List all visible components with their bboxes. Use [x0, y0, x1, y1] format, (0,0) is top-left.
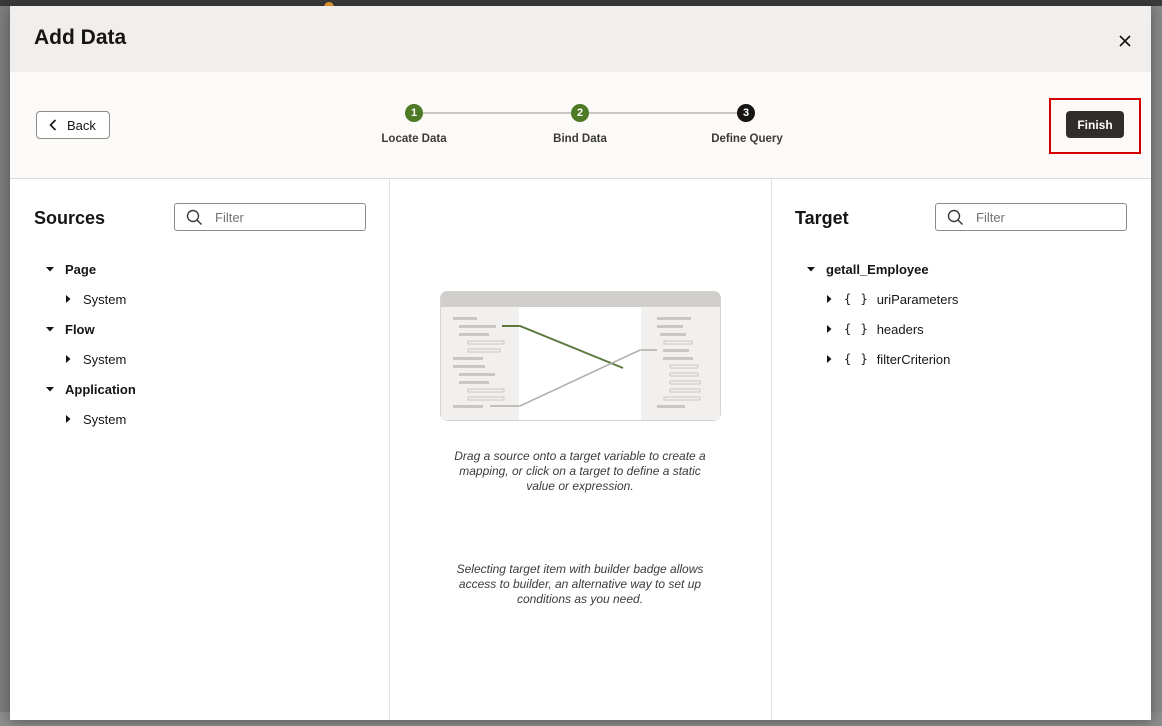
search-icon: [947, 209, 964, 226]
builder-help-text: Selecting target item with builder badge…: [456, 562, 704, 606]
tree-item-filtercriterion[interactable]: { } filterCriterion: [824, 349, 950, 369]
sources-panel: Sources Page System Flow System Applicat…: [10, 179, 390, 720]
step-3-indicator[interactable]: 3: [737, 104, 755, 122]
step-1-indicator[interactable]: 1: [405, 104, 423, 122]
tree-item-label: System: [83, 291, 127, 307]
dialog-header: Add Data: [10, 6, 1151, 72]
sources-filter[interactable]: [174, 203, 366, 231]
tree-item-headers[interactable]: { } headers: [824, 319, 924, 339]
tree-item-label: Application: [65, 381, 136, 397]
tree-item-label: uriParameters: [876, 291, 959, 307]
step-connector: [414, 112, 580, 114]
mapping-help-text: Drag a source onto a target variable to …: [454, 449, 706, 493]
tree-item-label: System: [83, 351, 127, 367]
target-title: Target: [795, 208, 849, 228]
tree-item-application[interactable]: Application: [45, 379, 136, 399]
tree-item-label: Flow: [65, 321, 95, 337]
tree-item-label: headers: [876, 321, 924, 337]
step-2-indicator[interactable]: 2: [571, 104, 589, 122]
caret-right-icon[interactable]: [63, 294, 73, 304]
object-braces-icon: { }: [844, 352, 869, 366]
caret-right-icon[interactable]: [824, 354, 834, 364]
background-right-strip: [1151, 6, 1162, 726]
tree-item-uriparameters[interactable]: { } uriParameters: [824, 289, 958, 309]
caret-right-icon[interactable]: [824, 294, 834, 304]
tree-item-page[interactable]: Page: [45, 259, 96, 279]
tree-item-application-system[interactable]: System: [63, 409, 126, 429]
tree-item-flow[interactable]: Flow: [45, 319, 95, 339]
target-filter[interactable]: [935, 203, 1127, 231]
dialog-title: Add Data: [34, 26, 127, 49]
sources-filter-input[interactable]: [213, 208, 357, 226]
tree-item-flow-system[interactable]: System: [63, 349, 126, 369]
search-icon: [186, 209, 203, 226]
wizard-bar: Back 1 Locate Data 2 Bind Data 3 Define …: [10, 72, 1151, 179]
chevron-left-icon: [49, 119, 57, 131]
close-button[interactable]: [1114, 30, 1136, 52]
step-1-label[interactable]: Locate Data: [381, 133, 446, 145]
step-3-label[interactable]: Define Query: [711, 133, 783, 145]
mapping-panel: Drag a source onto a target variable to …: [390, 179, 772, 720]
caret-right-icon[interactable]: [63, 414, 73, 424]
caret-down-icon[interactable]: [45, 324, 55, 334]
caret-down-icon[interactable]: [45, 384, 55, 394]
tree-item-label: System: [83, 411, 127, 427]
tree-item-label: getall_Employee: [826, 261, 929, 277]
step-2-label[interactable]: Bind Data: [553, 133, 607, 145]
object-braces-icon: { }: [844, 292, 869, 306]
mapping-illustration: [440, 291, 721, 426]
caret-down-icon[interactable]: [806, 264, 816, 274]
tree-item-page-system[interactable]: System: [63, 289, 126, 309]
background-left-strip: [0, 6, 10, 726]
finish-button[interactable]: Finish: [1066, 111, 1124, 138]
step-connector: [580, 112, 746, 114]
tree-item-label: Page: [65, 261, 97, 277]
caret-right-icon[interactable]: [63, 354, 73, 364]
caret-right-icon[interactable]: [824, 324, 834, 334]
caret-down-icon[interactable]: [45, 264, 55, 274]
close-icon: [1114, 30, 1136, 52]
add-data-dialog: Add Data Back 1 Locate Data 2 Bind Data …: [10, 6, 1151, 720]
tree-item-label: filterCriterion: [876, 351, 951, 367]
target-panel: Target getall_Employee { } uriParameters…: [772, 179, 1151, 720]
object-braces-icon: { }: [844, 322, 869, 336]
back-button[interactable]: Back: [36, 111, 110, 139]
tree-item-getall-employee[interactable]: getall_Employee: [806, 259, 929, 279]
back-button-label: Back: [67, 117, 96, 133]
sources-title: Sources: [34, 208, 106, 228]
target-filter-input[interactable]: [974, 208, 1118, 226]
